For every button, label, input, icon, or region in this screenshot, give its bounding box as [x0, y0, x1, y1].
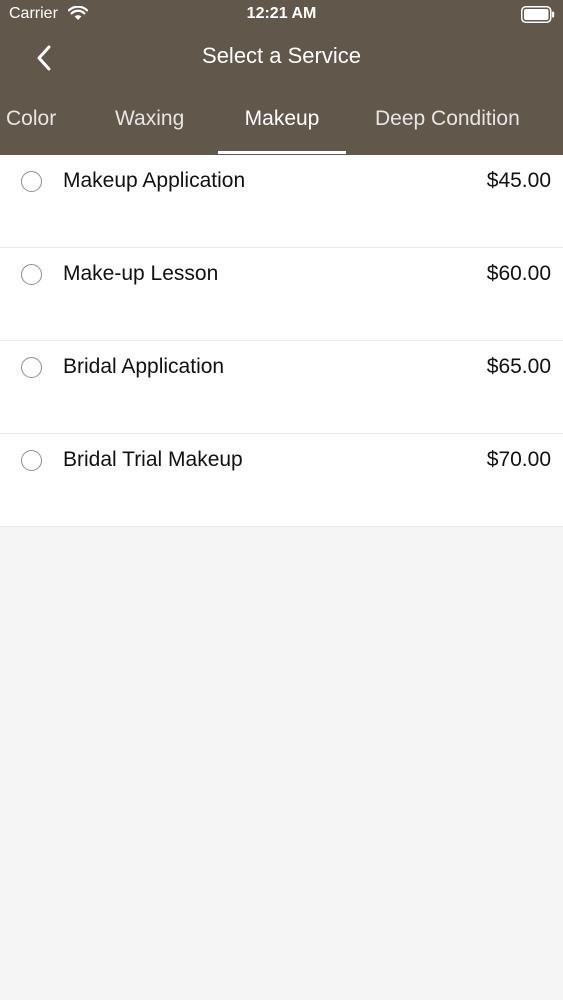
service-price: $60.00 [486, 262, 551, 285]
list-item[interactable]: Makeup Application $45.00 [0, 155, 563, 248]
service-category-tabs: Color Waxing Makeup Deep Condition [0, 95, 563, 155]
screen: Carrier 12:21 AM Select a Service Color … [0, 0, 563, 1000]
service-list: Makeup Application $45.00 Make-up Lesson… [0, 155, 563, 527]
battery-icon [521, 6, 555, 23]
status-bar: Carrier 12:21 AM [0, 0, 563, 30]
list-item[interactable]: Bridal Trial Makeup $70.00 [0, 434, 563, 527]
header: Carrier 12:21 AM Select a Service Color … [0, 0, 563, 155]
radio-button[interactable] [21, 450, 42, 471]
service-price: $65.00 [486, 355, 551, 378]
service-name: Bridal Application [63, 355, 225, 378]
page-title: Select a Service [202, 43, 361, 68]
tab-deep-condition[interactable]: Deep Condition [375, 107, 520, 155]
service-price: $45.00 [486, 169, 551, 192]
service-name: Makeup Application [63, 169, 246, 192]
service-name: Bridal Trial Makeup [63, 448, 243, 471]
back-button[interactable] [26, 40, 62, 76]
nav-bar: Select a Service [0, 30, 563, 85]
service-price: $70.00 [486, 448, 551, 471]
tab-waxing[interactable]: Waxing [115, 107, 184, 155]
radio-button[interactable] [21, 264, 42, 285]
clock: 12:21 AM [246, 5, 317, 22]
tab-makeup[interactable]: Makeup [218, 107, 346, 155]
list-item[interactable]: Make-up Lesson $60.00 [0, 248, 563, 341]
tab-color[interactable]: Color [6, 107, 56, 155]
chevron-left-icon [37, 45, 51, 71]
service-name: Make-up Lesson [63, 262, 219, 285]
radio-button[interactable] [21, 171, 42, 192]
list-item[interactable]: Bridal Application $65.00 [0, 341, 563, 434]
radio-button[interactable] [21, 357, 42, 378]
active-tab-indicator [218, 151, 346, 154]
